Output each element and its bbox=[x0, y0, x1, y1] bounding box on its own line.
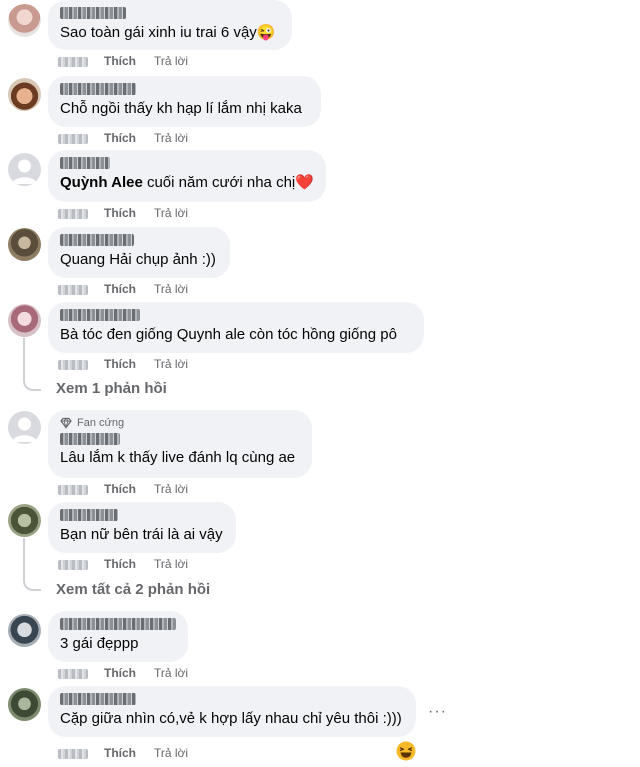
like-button[interactable]: Thích bbox=[104, 206, 136, 220]
timestamp[interactable] bbox=[58, 559, 88, 570]
comment-author[interactable] bbox=[60, 83, 136, 95]
like-button[interactable]: Thích bbox=[104, 54, 136, 68]
comment-author[interactable] bbox=[60, 509, 118, 521]
comment-bubble: Cặp giữa nhìn có,vẻ k hợp lấy nhau chỉ y… bbox=[48, 686, 416, 737]
comment-actions: Thích Trả lời bbox=[58, 556, 188, 572]
timestamp[interactable] bbox=[58, 484, 88, 495]
comment-actions: Thích Trả lời bbox=[58, 481, 188, 497]
timestamp[interactable] bbox=[58, 208, 88, 219]
avatar[interactable] bbox=[8, 411, 41, 444]
comment-actions: Thích Trả lời bbox=[58, 53, 188, 69]
thread-connector bbox=[23, 577, 41, 591]
like-button[interactable]: Thích bbox=[104, 482, 136, 496]
comment-author[interactable] bbox=[60, 157, 110, 169]
timestamp[interactable] bbox=[58, 56, 88, 67]
mention-link[interactable]: Quỳnh Alee bbox=[60, 174, 143, 191]
comment-author[interactable] bbox=[60, 693, 136, 705]
thread-connector bbox=[23, 377, 41, 391]
comment-author[interactable] bbox=[60, 618, 176, 630]
reply-button[interactable]: Trả lời bbox=[154, 746, 188, 760]
timestamp[interactable] bbox=[58, 668, 88, 679]
avatar[interactable] bbox=[8, 504, 41, 537]
comment-bubble: Quang Hải chụp ảnh :)) bbox=[48, 227, 230, 278]
comment-author[interactable] bbox=[60, 433, 120, 445]
like-button[interactable]: Thích bbox=[104, 666, 136, 680]
comment-actions: Thích Trả lời bbox=[58, 281, 188, 297]
reply-button[interactable]: Trả lời bbox=[154, 666, 188, 680]
comment-actions: Thích Trả lời bbox=[58, 745, 188, 761]
reply-button[interactable]: Trả lời bbox=[154, 357, 188, 371]
view-replies-link[interactable]: Xem tất cả 2 phản hồi bbox=[56, 581, 210, 598]
default-user-icon bbox=[12, 159, 37, 184]
like-button[interactable]: Thích bbox=[104, 557, 136, 571]
like-button[interactable]: Thích bbox=[104, 357, 136, 371]
like-button[interactable]: Thích bbox=[104, 746, 136, 760]
heart-emoji: ❤️ bbox=[295, 174, 314, 191]
comment-bubble: Bà tóc đen giống Quynh ale còn tóc hồng … bbox=[48, 302, 424, 353]
reply-button[interactable]: Trả lời bbox=[154, 131, 188, 145]
timestamp[interactable] bbox=[58, 284, 88, 295]
comment-text: 3 gái đẹppp bbox=[60, 635, 139, 652]
avatar[interactable] bbox=[8, 4, 41, 37]
avatar[interactable] bbox=[8, 228, 41, 261]
view-replies-link[interactable]: Xem 1 phản hồi bbox=[56, 380, 167, 397]
comment-bubble: 3 gái đẹppp bbox=[48, 611, 188, 662]
grinning-squinting-face-icon[interactable] bbox=[396, 741, 416, 761]
comment-text: Chỗ ngồi thấy kh hạp lí lắm nhị kaka bbox=[60, 100, 302, 117]
thread-line bbox=[23, 338, 25, 378]
like-button[interactable]: Thích bbox=[104, 131, 136, 145]
comment-actions: Thích Trả lời bbox=[58, 665, 188, 681]
fan-badge[interactable]: Fan cứng bbox=[60, 417, 300, 429]
reply-button[interactable]: Trả lời bbox=[154, 482, 188, 496]
default-user-icon bbox=[12, 417, 37, 442]
timestamp[interactable] bbox=[58, 133, 88, 144]
avatar[interactable] bbox=[8, 78, 41, 111]
comment-text: Bạn nữ bên trái là ai vậy bbox=[60, 526, 223, 543]
diamond-icon bbox=[60, 417, 72, 429]
avatar[interactable] bbox=[8, 304, 41, 337]
reply-button[interactable]: Trả lời bbox=[154, 557, 188, 571]
more-options-button[interactable]: ··· bbox=[428, 703, 447, 721]
comment-text: Bà tóc đen giống Quynh ale còn tóc hồng … bbox=[60, 326, 397, 343]
comment-text: Quỳnh Alee cuối năm cưới nha chị❤️ bbox=[60, 174, 314, 191]
comment-bubble: Bạn nữ bên trái là ai vậy bbox=[48, 502, 236, 553]
like-button[interactable]: Thích bbox=[104, 282, 136, 296]
comment-actions: Thích Trả lời bbox=[58, 356, 188, 372]
badge-label: Fan cứng bbox=[77, 417, 125, 429]
avatar[interactable] bbox=[8, 688, 41, 721]
avatar[interactable] bbox=[8, 614, 41, 647]
comment-author[interactable] bbox=[60, 7, 126, 19]
comment-bubble: Chỗ ngồi thấy kh hạp lí lắm nhị kaka bbox=[48, 76, 321, 127]
reply-button[interactable]: Trả lời bbox=[154, 54, 188, 68]
timestamp[interactable] bbox=[58, 748, 88, 759]
comment-actions: Thích Trả lời bbox=[58, 205, 188, 221]
comment-bubble: Sao toàn gái xinh iu trai 6 vậy😜 bbox=[48, 0, 292, 50]
comment-author[interactable] bbox=[60, 309, 140, 321]
reply-button[interactable]: Trả lời bbox=[154, 206, 188, 220]
thread-line bbox=[23, 538, 25, 578]
comment-text: Sao toàn gái xinh iu trai 6 vậy😜 bbox=[60, 24, 276, 41]
comment-text: Cặp giữa nhìn có,vẻ k hợp lấy nhau chỉ y… bbox=[60, 710, 402, 727]
comment-author[interactable] bbox=[60, 234, 134, 246]
comment-text: Lâu lắm k thấy live đánh lq cùng ae bbox=[60, 449, 296, 466]
avatar[interactable] bbox=[8, 153, 41, 186]
comment-bubble: Quỳnh Alee cuối năm cưới nha chị❤️ bbox=[48, 150, 326, 202]
comment-bubble: Fan cứng Lâu lắm k thấy live đánh lq cùn… bbox=[48, 410, 312, 478]
timestamp[interactable] bbox=[58, 359, 88, 370]
reply-button[interactable]: Trả lời bbox=[154, 282, 188, 296]
comment-actions: Thích Trả lời bbox=[58, 130, 188, 146]
winking-tongue-emoji: 😜 bbox=[256, 24, 276, 41]
comment-text: Quang Hải chụp ảnh :)) bbox=[60, 251, 216, 268]
